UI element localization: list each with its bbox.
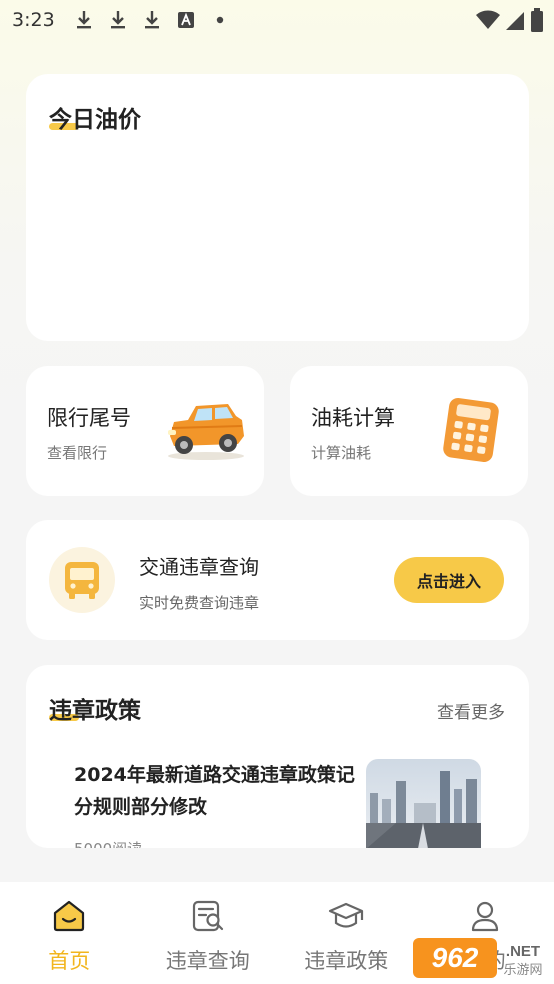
car-icon [162,398,248,466]
fuel-subtitle: 计算油耗 [311,444,372,462]
policy-title: 违章政策 [49,698,141,724]
download-icon [73,9,95,31]
status-bar: 3:23 [0,0,554,40]
restrict-subtitle: 查看限行 [47,444,108,462]
policy-card: 违章政策 查看更多 2024年最新道路交通违章政策记分规则部分修改 5000阅读 [26,665,529,848]
article-title[interactable]: 2024年最新道路交通违章政策记分规则部分修改 [74,759,356,823]
article-thumbnail[interactable] [366,759,481,848]
article-meta: 5000阅读 [74,838,142,848]
fuel-card[interactable]: 油耗计算 计算油耗 [290,366,528,496]
restrict-title: 限行尾号 [47,406,131,430]
download-icon [141,9,163,31]
calculator-icon [440,396,502,468]
watermark-logo: 962 .NET 乐游网 [413,936,549,980]
svg-text:.NET: .NET [506,943,540,960]
oil-price-title: 今日油价 [49,107,141,133]
tab-label-violation-policy: 违章政策 [304,949,389,973]
tab-label-home: 首页 [48,949,91,973]
tab-violation-query[interactable]: 违章查询 [139,882,278,984]
oil-price-card: 今日油价 [26,74,529,341]
violation-query-title: 交通违章查询 [139,555,259,579]
download-icon [107,9,129,31]
status-time: 3:23 [12,9,55,31]
document-search-icon [189,897,227,935]
user-icon [466,897,504,935]
tab-violation-policy[interactable]: 违章政策 [277,882,416,984]
view-more-link[interactable]: 查看更多 [437,698,505,723]
enter-button[interactable]: 点击进入 [394,557,504,603]
bus-icon [49,547,115,613]
keyboard-a-icon [175,9,197,31]
graduation-cap-icon [327,897,365,935]
svg-text:962: 962 [432,942,479,973]
tab-home[interactable]: 首页 [0,882,139,984]
status-right [476,8,544,37]
wifi-icon [476,10,500,35]
svg-text:乐游网: 乐游网 [503,963,542,978]
tab-label-violation-query: 违章查询 [165,949,250,973]
violation-query-card: 交通违章查询 实时免费查询违章 点击进入 [26,520,529,640]
battery-icon [530,8,544,37]
restrict-card[interactable]: 限行尾号 查看限行 [26,366,264,496]
dot-icon [209,9,231,31]
violation-query-subtitle: 实时免费查询违章 [139,594,260,612]
home-icon [50,897,88,935]
fuel-title: 油耗计算 [311,406,395,430]
signal-icon [506,10,524,35]
